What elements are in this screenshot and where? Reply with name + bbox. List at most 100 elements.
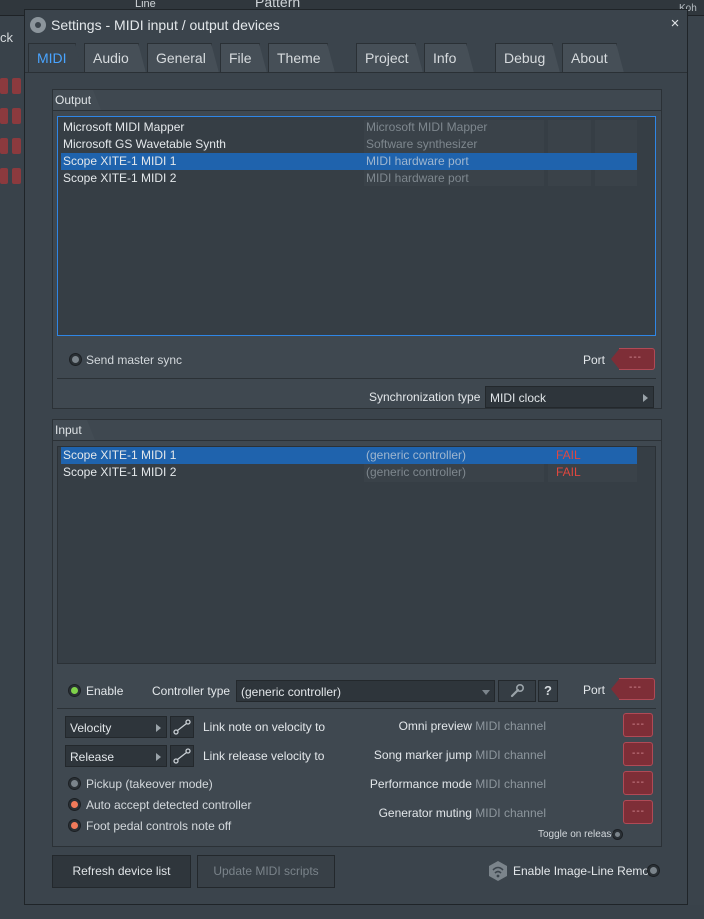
device-type: (generic controller) <box>366 448 467 462</box>
channel-knob <box>0 168 8 184</box>
chevron-right-icon <box>156 724 161 732</box>
velocity-value: Velocity <box>70 721 112 735</box>
tab-general[interactable]: General <box>147 43 219 73</box>
output-divider <box>57 378 656 379</box>
link-curve-icon <box>173 748 191 764</box>
device-name: Scope XITE-1 MIDI 1 <box>63 448 177 462</box>
output-device-row[interactable]: Scope XITE-1 MIDI 2 MIDI hardware port <box>61 170 637 187</box>
update-midi-scripts-button[interactable]: Update MIDI scripts <box>197 855 335 888</box>
omni-preview-channel[interactable]: --- <box>623 713 653 737</box>
input-divider <box>57 708 656 709</box>
output-device-row[interactable]: Microsoft GS Wavetable Synth Software sy… <box>61 136 637 153</box>
toggle-on-release-label: Toggle on release <box>538 829 617 840</box>
tab-info[interactable]: Info <box>424 43 474 73</box>
channel-knob <box>12 168 21 184</box>
controller-type-value: (generic controller) <box>241 685 342 699</box>
tab-project[interactable]: Project <box>356 43 423 73</box>
host-bottom-bar <box>24 905 704 919</box>
chevron-down-icon <box>482 690 490 695</box>
input-port-selector[interactable]: --- <box>611 678 655 700</box>
channel-knob <box>12 108 21 124</box>
channel-knob <box>12 78 21 94</box>
output-device-list[interactable]: Microsoft MIDI Mapper Microsoft MIDI Map… <box>57 116 656 336</box>
song-marker-jump-label: Song marker jump MIDI channel <box>373 748 546 762</box>
performance-mode-channel[interactable]: --- <box>623 771 653 795</box>
release-select[interactable]: Release <box>65 745 167 767</box>
performance-mode-label: Performance mode MIDI channel <box>369 777 546 791</box>
device-status: FAIL <box>556 448 581 462</box>
device-name: Scope XITE-1 MIDI 2 <box>63 171 177 185</box>
device-name: Scope XITE-1 MIDI 1 <box>63 154 177 168</box>
device-type: (generic controller) <box>366 465 467 479</box>
send-master-sync-radio[interactable] <box>69 353 82 366</box>
dialog-titlebar: Settings - MIDI input / output devices × <box>25 10 687 40</box>
controller-type-label: Controller type <box>152 684 231 698</box>
release-link-button[interactable] <box>170 745 194 767</box>
channel-knob <box>0 78 8 94</box>
output-port-label: Port <box>583 353 606 367</box>
tab-file[interactable]: File <box>220 43 267 73</box>
velocity-link-button[interactable] <box>170 716 194 738</box>
sync-type-select[interactable]: MIDI clock <box>485 386 654 408</box>
input-header-divider <box>53 440 661 441</box>
tab-theme[interactable]: Theme <box>268 43 335 73</box>
help-button[interactable]: ? <box>538 680 558 702</box>
foot-pedal-label: Foot pedal controls note off <box>86 819 232 833</box>
velocity-link-label: Link note on velocity to <box>203 720 326 734</box>
tab-debug[interactable]: Debug <box>495 43 560 73</box>
omni-preview-label: Omni preview MIDI channel <box>398 719 546 733</box>
settings-dialog: Settings - MIDI input / output devices ×… <box>24 9 688 905</box>
release-link-label: Link release velocity to <box>203 749 325 763</box>
channel-knob <box>0 138 8 154</box>
release-value: Release <box>70 750 115 764</box>
auto-accept-radio[interactable] <box>68 798 81 811</box>
sync-type-value: MIDI clock <box>490 391 547 405</box>
channel-knob <box>12 138 21 154</box>
host-left-panel <box>0 16 24 919</box>
device-name: Microsoft MIDI Mapper <box>63 120 185 134</box>
velocity-select[interactable]: Velocity <box>65 716 167 738</box>
generator-muting-label: Generator muting MIDI channel <box>378 806 546 820</box>
enable-input-radio[interactable] <box>68 684 81 697</box>
tab-underline <box>25 72 687 73</box>
song-marker-jump-channel[interactable]: --- <box>623 742 653 766</box>
tab-midi[interactable]: MIDI <box>28 43 83 73</box>
foot-pedal-radio[interactable] <box>68 819 81 832</box>
output-device-row-selected[interactable]: Scope XITE-1 MIDI 1 MIDI hardware port <box>61 153 637 170</box>
device-name: Microsoft GS Wavetable Synth <box>63 137 226 151</box>
refresh-device-list-button[interactable]: Refresh device list <box>52 855 191 888</box>
pickup-label: Pickup (takeover mode) <box>86 777 213 791</box>
chevron-right-icon <box>643 394 648 402</box>
input-device-row[interactable]: Scope XITE-1 MIDI 2 (generic controller)… <box>61 464 637 481</box>
generator-muting-channel[interactable]: --- <box>623 800 653 824</box>
device-status: FAIL <box>556 465 581 479</box>
enable-remote-radio[interactable] <box>647 864 660 877</box>
input-device-row-selected[interactable]: Scope XITE-1 MIDI 1 (generic controller)… <box>61 447 637 464</box>
toggle-on-release-radio[interactable] <box>612 829 623 840</box>
device-type: Software synthesizer <box>366 137 478 151</box>
controller-settings-button[interactable] <box>498 680 536 702</box>
device-name: Scope XITE-1 MIDI 2 <box>63 465 177 479</box>
enable-input-label: Enable <box>86 684 124 698</box>
close-button[interactable]: × <box>667 16 683 32</box>
tab-about[interactable]: About <box>562 43 624 73</box>
chevron-right-icon <box>156 753 161 761</box>
input-device-list[interactable]: Scope XITE-1 MIDI 1 (generic controller)… <box>57 446 656 664</box>
pickup-radio[interactable] <box>68 777 81 790</box>
send-master-sync-label: Send master sync <box>86 353 183 367</box>
channel-knob <box>0 108 8 124</box>
output-header: Output <box>53 90 101 110</box>
settings-gear-icon <box>30 17 46 33</box>
sync-type-label: Synchronization type <box>369 390 481 404</box>
tab-audio[interactable]: Audio <box>84 43 146 73</box>
auto-accept-label: Auto accept detected controller <box>86 798 252 812</box>
output-port-value: --- <box>629 352 642 363</box>
output-device-row[interactable]: Microsoft MIDI Mapper Microsoft MIDI Map… <box>61 119 637 136</box>
dialog-title: Settings - MIDI input / output devices <box>51 17 280 33</box>
input-port-label: Port <box>583 683 606 697</box>
host-left-text: ck <box>0 30 13 45</box>
image-line-remote-icon <box>489 861 507 881</box>
output-port-selector[interactable]: --- <box>611 348 655 370</box>
controller-type-select[interactable]: (generic controller) <box>236 680 495 702</box>
wrench-icon <box>510 683 525 698</box>
